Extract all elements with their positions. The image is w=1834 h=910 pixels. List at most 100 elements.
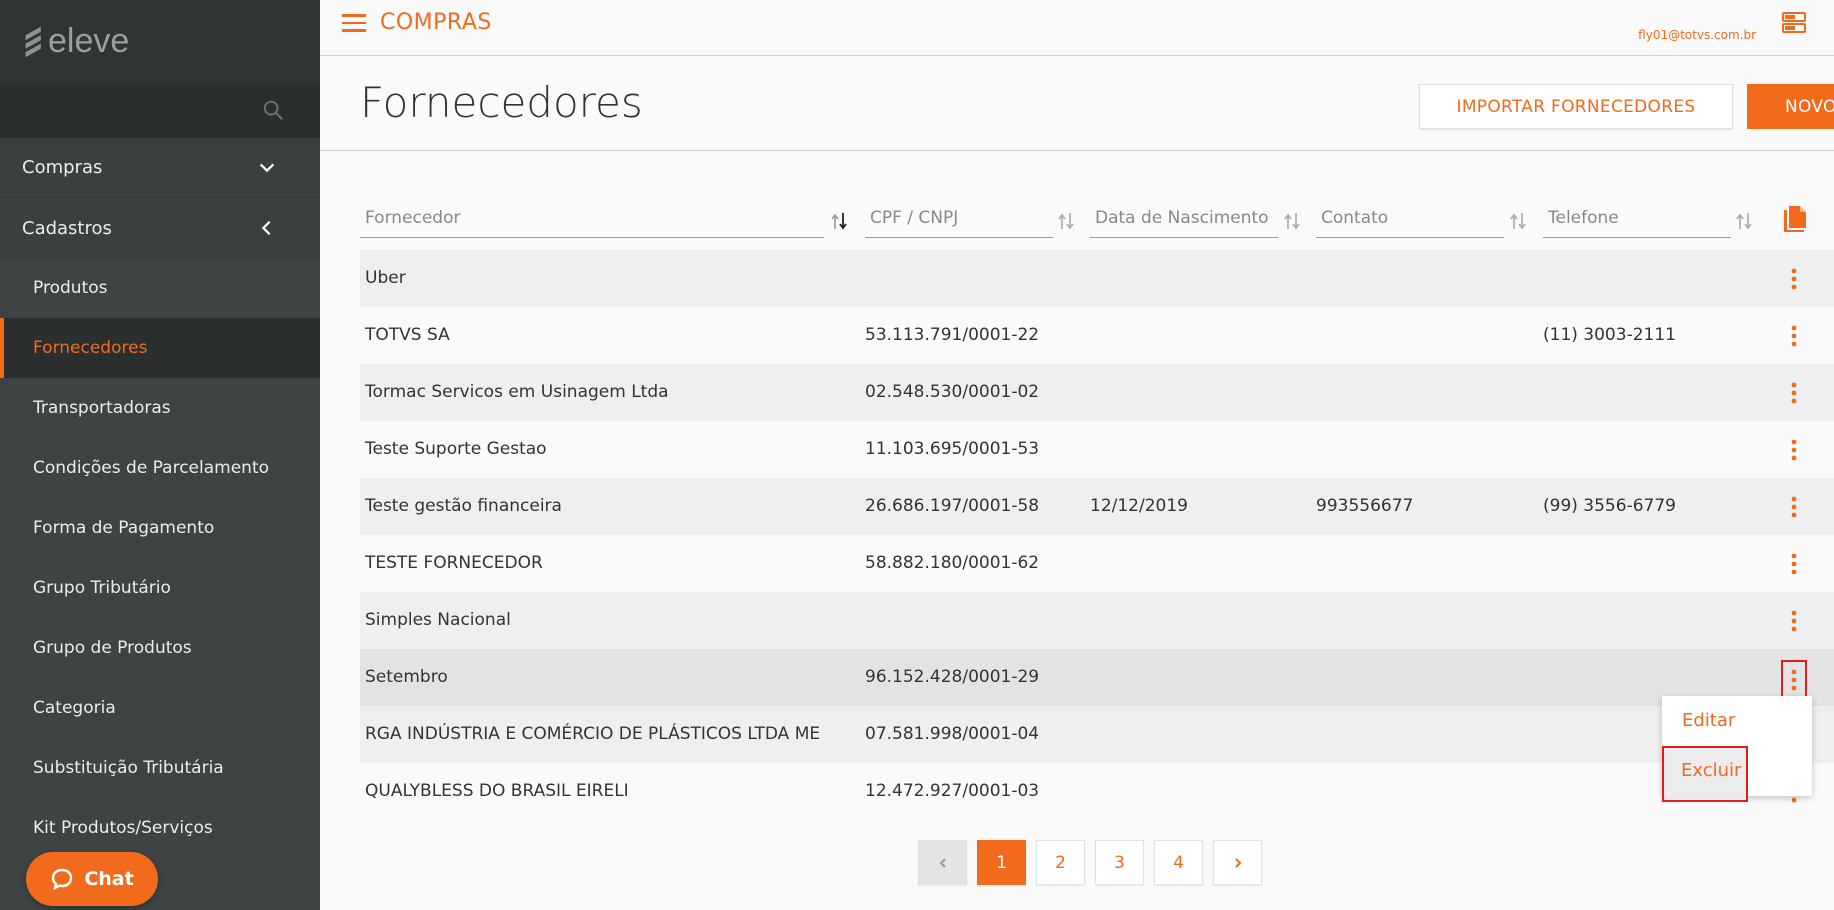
sort-icon[interactable]	[1055, 210, 1077, 232]
table-row[interactable]: Teste gestão financeira 26.686.197/0001-5…	[360, 478, 1834, 535]
cell-fornecedor: Teste Suporte Gestao	[365, 439, 547, 459]
column-header-fornecedor[interactable]: Fornecedor	[360, 204, 824, 238]
sidebar-group-label: Cadastros	[22, 217, 112, 239]
chat-button[interactable]: Chat	[26, 852, 158, 906]
table-row[interactable]: Uber	[360, 250, 1834, 307]
row-actions-kebab-icon[interactable]	[1782, 549, 1806, 579]
sidebar-item-label: Kit Produtos/Serviços	[33, 818, 213, 838]
cell-nascimento: 12/12/2019	[1090, 496, 1188, 516]
sidebar-item-grupo-produtos[interactable]: Grupo de Produtos	[0, 618, 320, 678]
sidebar-item-label: Produtos	[33, 278, 108, 298]
table-row[interactable]: TOTVS SA 53.113.791/0001-22 (11) 3003-2111	[360, 307, 1834, 364]
chat-label: Chat	[84, 868, 134, 890]
chevron-left-icon	[261, 220, 271, 236]
row-actions-kebab-icon[interactable]	[1781, 660, 1807, 700]
column-header-cnpj[interactable]: CPF / CNPJ	[865, 204, 1053, 238]
server-apps-icon[interactable]	[1782, 12, 1806, 34]
table-row[interactable]: Simples Nacional	[360, 592, 1834, 649]
row-context-menu: Editar Excluir	[1662, 696, 1812, 802]
cell-cnpj: 02.548.530/0001-02	[865, 382, 1040, 402]
delete-menu-item[interactable]: Excluir	[1662, 746, 1748, 802]
row-actions-kebab-icon[interactable]	[1782, 321, 1806, 351]
sidebar-group-compras[interactable]: Compras	[0, 138, 320, 198]
table-row[interactable]: Teste Suporte Gestao 11.103.695/0001-53	[360, 421, 1834, 478]
sidebar-item-substituicao-tributaria[interactable]: Substituição Tributária	[0, 738, 320, 798]
chevron-left-icon	[939, 857, 946, 868]
cell-fornecedor: Setembro	[365, 667, 448, 687]
eleve-logo[interactable]: eleve	[22, 22, 129, 61]
chevron-right-icon	[1234, 857, 1241, 868]
hamburger-menu-icon[interactable]	[342, 14, 366, 32]
cell-cnpj: 53.113.791/0001-22	[865, 325, 1040, 345]
cell-telefone: (11) 3003-2111	[1543, 325, 1676, 345]
cell-fornecedor: QUALYBLESS DO BRASIL EIRELI	[365, 781, 629, 801]
page-button-2[interactable]: 2	[1036, 840, 1085, 885]
sidebar-item-condicoes-parcelamento[interactable]: Condições de Parcelamento	[0, 438, 320, 498]
export-file-icon[interactable]	[1782, 204, 1808, 234]
row-actions-kebab-icon[interactable]	[1782, 378, 1806, 408]
cell-telefone: (99) 3556-6779	[1543, 496, 1676, 516]
cell-cnpj: 58.882.180/0001-62	[865, 553, 1040, 573]
cell-fornecedor: Simples Nacional	[365, 610, 511, 630]
table-row[interactable]: RGA INDÚSTRIA E COMÉRCIO DE PLÁSTICOS LT…	[360, 706, 1834, 763]
cell-cnpj: 96.152.428/0001-29	[865, 667, 1040, 687]
page-header: Fornecedores IMPORTAR FORNECEDORES NOVO	[320, 56, 1834, 151]
page-button-1[interactable]: 1	[977, 840, 1026, 885]
row-actions-kebab-icon[interactable]	[1782, 435, 1806, 465]
table-row[interactable]: Tormac Servicos em Usinagem Ltda 02.548.5…	[360, 364, 1834, 421]
sidebar-search[interactable]	[0, 83, 320, 138]
table-row[interactable]: QUALYBLESS DO BRASIL EIRELI 12.472.927/00…	[360, 763, 1834, 820]
cell-cnpj: 11.103.695/0001-53	[865, 439, 1040, 459]
logo-area: eleve	[0, 0, 320, 83]
main-content: COMPRAS fly01@totvs.com.br Fornecedores …	[320, 0, 1834, 910]
sidebar: eleve Compras Cadastros Produtos Fornece…	[0, 0, 320, 910]
edit-menu-item[interactable]: Editar	[1662, 696, 1812, 746]
suppliers-table: Fornecedor CPF / CNPJ Data de Nascimento…	[360, 190, 1834, 820]
sidebar-item-kit-produtos[interactable]: Kit Produtos/Serviços	[0, 798, 320, 858]
sidebar-item-produtos[interactable]: Produtos	[0, 258, 320, 318]
sort-icon[interactable]	[1281, 210, 1303, 232]
row-actions-kebab-icon[interactable]	[1782, 606, 1806, 636]
page-button-3[interactable]: 3	[1095, 840, 1144, 885]
topbar: COMPRAS fly01@totvs.com.br	[320, 0, 1834, 56]
page-title: Fornecedores	[360, 78, 643, 127]
cell-cnpj: 12.472.927/0001-03	[865, 781, 1040, 801]
module-title[interactable]: COMPRAS	[380, 10, 492, 35]
previous-page-button[interactable]	[918, 840, 967, 885]
column-header-data-nascimento[interactable]: Data de Nascimento	[1090, 204, 1278, 238]
sidebar-group-label: Compras	[22, 157, 103, 178]
sidebar-item-label: Forma de Pagamento	[33, 518, 215, 538]
column-header-contato[interactable]: Contato	[1316, 204, 1504, 238]
cell-fornecedor: RGA INDÚSTRIA E COMÉRCIO DE PLÁSTICOS LT…	[365, 724, 821, 744]
sidebar-item-categoria[interactable]: Categoria	[0, 678, 320, 738]
import-suppliers-button[interactable]: IMPORTAR FORNECEDORES	[1419, 84, 1733, 129]
sidebar-item-transportadoras[interactable]: Transportadoras	[0, 378, 320, 438]
sidebar-item-grupo-tributario[interactable]: Grupo Tributário	[0, 558, 320, 618]
sort-icon[interactable]	[1733, 210, 1755, 232]
cell-fornecedor: TOTVS SA	[365, 325, 450, 345]
pagination: 1 2 3 4	[918, 840, 1262, 885]
cell-fornecedor: Tormac Servicos em Usinagem Ltda	[365, 382, 669, 402]
row-actions-kebab-icon[interactable]	[1782, 492, 1806, 522]
sort-desc-icon[interactable]	[828, 210, 850, 232]
chevron-down-icon	[259, 163, 275, 172]
user-email[interactable]: fly01@totvs.com.br	[1638, 28, 1756, 42]
row-actions-kebab-icon[interactable]	[1782, 264, 1806, 294]
table-row[interactable]: TESTE FORNECEDOR 58.882.180/0001-62	[360, 535, 1834, 592]
cell-contato: 993556677	[1316, 496, 1414, 516]
sidebar-item-fornecedores[interactable]: Fornecedores	[0, 318, 320, 378]
sidebar-item-label: Grupo de Produtos	[33, 638, 192, 658]
column-header-telefone[interactable]: Telefone	[1543, 204, 1731, 238]
table-header: Fornecedor CPF / CNPJ Data de Nascimento…	[360, 190, 1834, 250]
new-supplier-button[interactable]: NOVO	[1747, 84, 1834, 129]
sidebar-item-forma-pagamento[interactable]: Forma de Pagamento	[0, 498, 320, 558]
sidebar-group-cadastros[interactable]: Cadastros	[0, 198, 320, 258]
cell-cnpj: 26.686.197/0001-58	[865, 496, 1040, 516]
search-icon[interactable]	[262, 99, 284, 121]
page-button-4[interactable]: 4	[1154, 840, 1203, 885]
next-page-button[interactable]	[1213, 840, 1262, 885]
sort-icon[interactable]	[1507, 210, 1529, 232]
table-row[interactable]: Setembro 96.152.428/0001-29	[360, 649, 1834, 706]
sidebar-item-label: Grupo Tributário	[33, 578, 171, 598]
cell-fornecedor: TESTE FORNECEDOR	[365, 553, 543, 573]
